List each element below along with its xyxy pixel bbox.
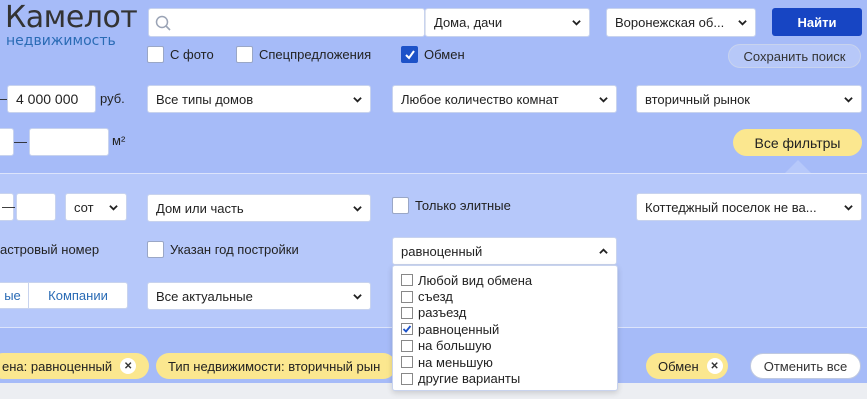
exchange-option[interactable]: другие варианты [393, 370, 617, 386]
exchange-checkbox-label: Обмен [424, 47, 465, 62]
chevron-down-icon [844, 96, 853, 103]
chevron-down-icon [109, 204, 118, 211]
option-label: на меньшую [418, 354, 493, 370]
special-checkbox[interactable]: Спецпредложения [236, 46, 371, 63]
rooms-select[interactable]: Любое количество комнат [392, 85, 617, 113]
tag-exchange-type: ена: равноценный ✕ [0, 353, 149, 379]
option-checkbox[interactable] [401, 356, 413, 369]
land-dash: — [2, 199, 15, 214]
chevron-down-icon [599, 96, 608, 103]
photo-checkbox-label: С фото [170, 47, 214, 62]
close-icon[interactable]: ✕ [706, 358, 723, 374]
chevron-down-icon [353, 205, 362, 212]
region-select[interactable]: Воронежская об... [606, 8, 756, 37]
exchange-option[interactable]: равноценный [393, 321, 617, 337]
exchange-checkbox-box[interactable] [401, 46, 418, 63]
elite-checkbox-label: Только элитные [415, 198, 511, 213]
cottage-value: Коттеджный поселок не ва... [645, 199, 817, 215]
tag-exchange-label: Обмен [658, 358, 699, 374]
chevron-down-icon [572, 20, 581, 26]
option-label: равноценный [418, 321, 500, 337]
photo-checkbox[interactable]: С фото [147, 46, 214, 63]
chevron-down-icon [738, 20, 747, 26]
actuality-value: Все актуальные [156, 288, 253, 304]
find-button[interactable]: Найти [772, 8, 862, 36]
photo-checkbox-box[interactable] [147, 46, 164, 63]
option-checkbox[interactable] [401, 323, 413, 336]
option-label: съезд [418, 289, 453, 305]
seller-segment-owners[interactable]: ые [0, 283, 29, 308]
category-value: Дома, дачи [434, 15, 503, 30]
chevron-down-icon [353, 293, 362, 300]
logo-title[interactable]: Камелот [5, 0, 138, 35]
option-label: на большую [418, 338, 492, 354]
exchange-checkbox[interactable]: Обмен [401, 46, 465, 63]
close-icon[interactable]: ✕ [120, 358, 137, 374]
tag-property-type-label: Тип недвижимости: вторичный рын [168, 358, 381, 374]
house-types-select[interactable]: Все типы домов [147, 85, 371, 113]
actuality-select[interactable]: Все актуальные [147, 282, 371, 310]
elite-checkbox-box[interactable] [392, 197, 409, 214]
exchange-option[interactable]: съезд [393, 288, 617, 304]
all-filters-button[interactable]: Все фильтры [733, 129, 862, 156]
reset-all-button[interactable]: Отменить все [750, 353, 861, 379]
region-value: Воронежская об... [615, 15, 725, 30]
house-types-value: Все типы домов [156, 91, 254, 107]
cadastral-label: астровый номер [0, 242, 100, 257]
year-built-checkbox-label: Указан год постройки [170, 242, 299, 257]
filters-pointer [785, 160, 811, 173]
option-checkbox[interactable] [401, 290, 413, 303]
option-label: другие варианты [418, 371, 521, 387]
year-built-checkbox[interactable]: Указан год постройки [147, 241, 299, 258]
option-checkbox[interactable] [401, 372, 413, 385]
seller-segment-companies[interactable]: Компании [29, 283, 127, 308]
land-unit-select[interactable]: сот [65, 193, 127, 221]
exchange-option[interactable]: на большую [393, 338, 617, 354]
special-checkbox-box[interactable] [236, 46, 253, 63]
year-built-checkbox-box[interactable] [147, 241, 164, 258]
exchange-option[interactable]: разъезд [393, 305, 617, 321]
tag-exchange: Обмен ✕ [646, 353, 728, 379]
option-checkbox[interactable] [401, 339, 413, 352]
logo-subtitle: недвижимость [6, 33, 116, 49]
chevron-down-icon [844, 204, 853, 211]
exchange-type-value: равноценный [401, 243, 483, 259]
price-unit: руб. [100, 91, 125, 106]
option-checkbox[interactable] [401, 274, 413, 287]
save-search-button[interactable]: Сохранить поиск [728, 44, 861, 68]
market-select[interactable]: вторичный рынок [636, 85, 862, 113]
tag-property-type: Тип недвижимости: вторичный рын [156, 353, 396, 379]
category-select[interactable]: Дома, дачи [425, 8, 590, 37]
land-unit-value: сот [74, 199, 94, 215]
house-or-part-select[interactable]: Дом или часть [147, 194, 371, 222]
option-checkbox[interactable] [401, 306, 413, 319]
special-checkbox-label: Спецпредложения [259, 47, 372, 62]
chevron-up-icon [599, 247, 608, 254]
option-label: разъезд [418, 305, 467, 321]
option-label: Любой вид обмена [418, 272, 533, 288]
house-or-part-value: Дом или часть [156, 200, 244, 216]
panel-top-divider [0, 173, 867, 174]
area-dash: — [14, 134, 27, 149]
check-icon [402, 325, 412, 334]
chevron-down-icon [353, 96, 362, 103]
seller-segment: ые Компании [0, 282, 128, 309]
exchange-option[interactable]: на меньшую [393, 354, 617, 370]
elite-checkbox[interactable]: Только элитные [392, 197, 511, 214]
exchange-option[interactable]: Любой вид обмена [393, 272, 617, 288]
search-input[interactable] [148, 8, 425, 37]
land-to-input[interactable] [16, 193, 56, 221]
area-to-input[interactable] [29, 128, 109, 156]
search-icon [155, 15, 171, 31]
check-icon [404, 49, 415, 60]
price-to-input[interactable]: 4 000 000 [7, 85, 96, 113]
market-value: вторичный рынок [645, 91, 750, 107]
tag-exchange-type-label: ена: равноценный [2, 358, 113, 374]
exchange-type-select[interactable]: равноценный [392, 237, 617, 265]
exchange-type-dropdown: Любой вид обмена съезд разъезд равноценн… [392, 265, 618, 391]
area-from-input[interactable] [0, 128, 14, 156]
cottage-select[interactable]: Коттеджный поселок не ва... [636, 193, 862, 221]
rooms-value: Любое количество комнат [401, 91, 559, 107]
area-unit: м² [112, 133, 126, 148]
